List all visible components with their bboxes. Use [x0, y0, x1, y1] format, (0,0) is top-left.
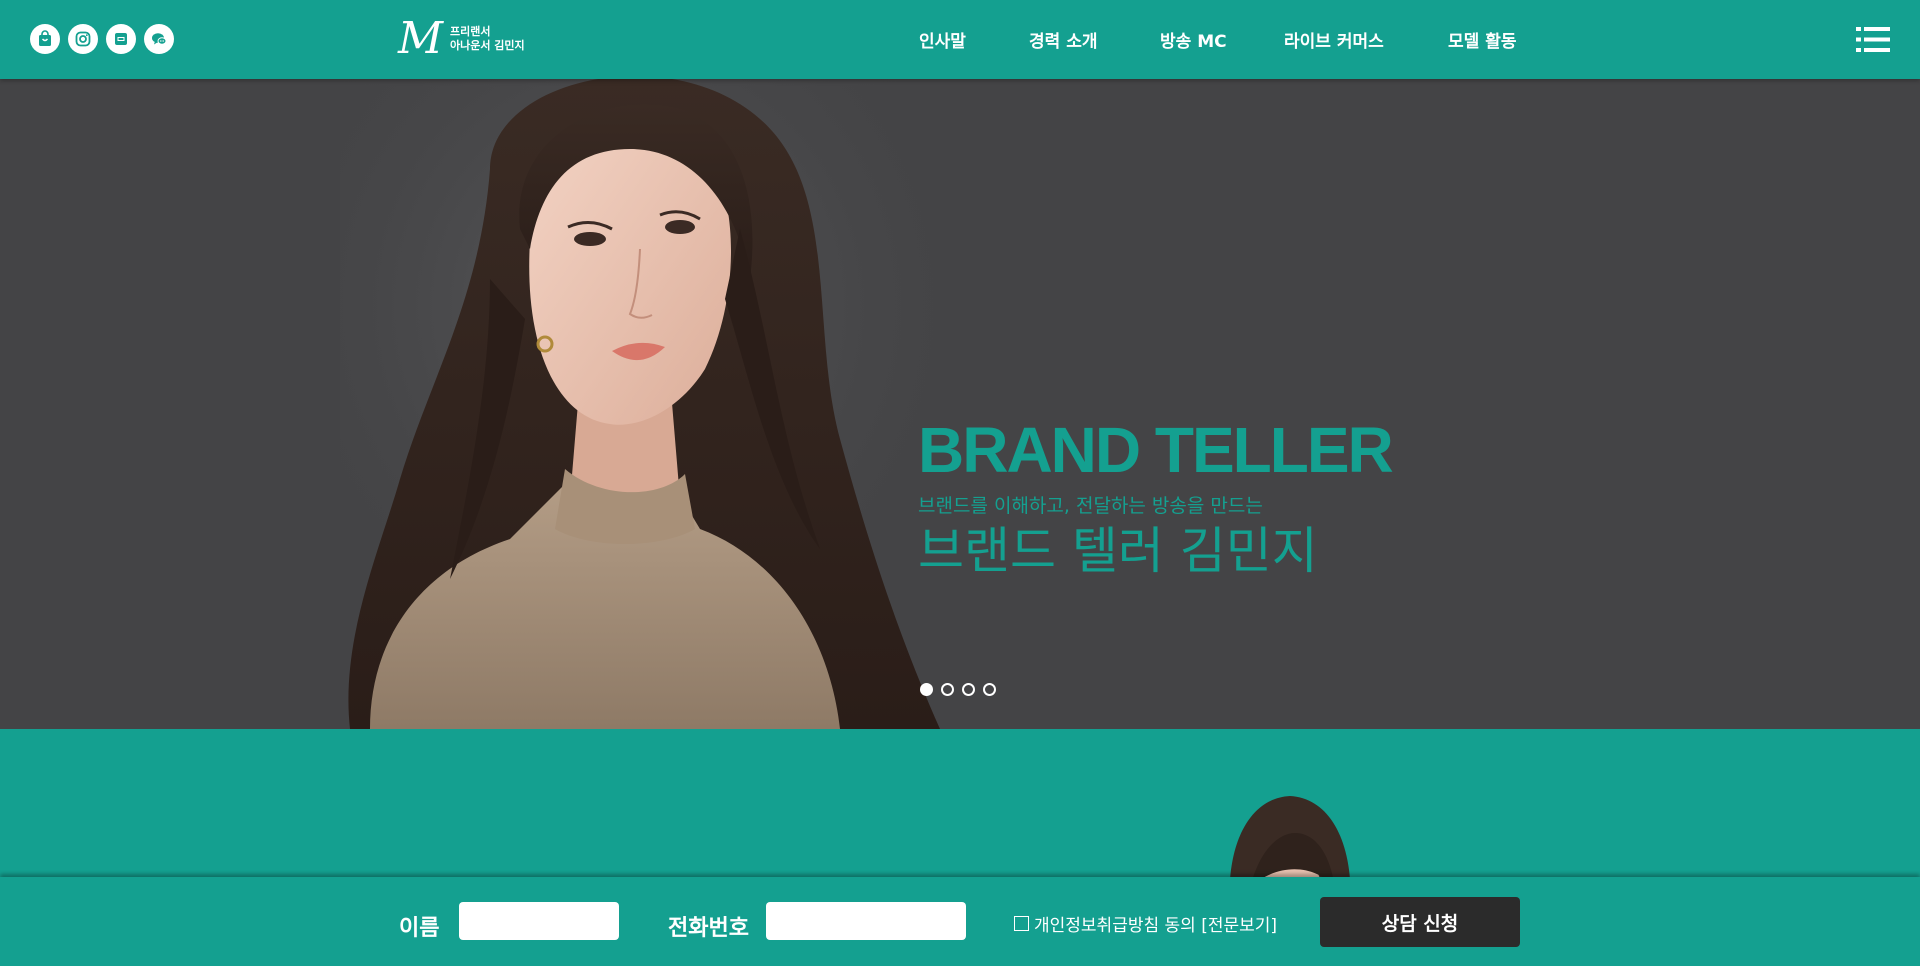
privacy-consent-checkbox[interactable] — [1014, 916, 1029, 931]
hero-name: 브랜드 텔러 김민지 — [918, 522, 1318, 580]
logo-line-2: 아나운서 김민지 — [450, 39, 525, 52]
slider-pagination — [920, 683, 996, 696]
header-bar: M 프리랜서 아나운서 김민지 인사말 경력 소개 방송 MC 라이브 커머스 … — [0, 0, 1920, 79]
slide-dot-4[interactable] — [983, 683, 996, 696]
slide-dot-3[interactable] — [962, 683, 975, 696]
slide-dot-1[interactable] — [920, 683, 933, 696]
blog-icon[interactable] — [106, 24, 136, 54]
kakao-talk-icon[interactable] — [144, 24, 174, 54]
nav-broadcast-mc[interactable]: 방송 MC — [1160, 27, 1227, 52]
privacy-consent[interactable]: 개인정보취급방침 동의 [전문보기] — [1014, 911, 1277, 936]
logo-line-1: 프리랜서 — [450, 25, 491, 38]
hero-title: BRAND TELLER — [918, 414, 1394, 486]
logo-mark: M — [398, 13, 444, 64]
shopping-bag-icon[interactable] — [30, 24, 60, 54]
phone-input[interactable] — [766, 902, 966, 940]
name-input[interactable] — [459, 902, 619, 940]
slide-dot-2[interactable] — [941, 683, 954, 696]
site-logo[interactable]: M 프리랜서 아나운서 김민지 — [398, 16, 525, 62]
nav-career[interactable]: 경력 소개 — [1029, 27, 1097, 52]
hero-portrait-image — [340, 79, 960, 729]
consult-submit-button[interactable]: 상담 신청 — [1320, 897, 1520, 947]
nav-greeting[interactable]: 인사말 — [919, 27, 966, 52]
consult-form-bar: 이름 전화번호 개인정보취급방침 동의 [전문보기] 상담 신청 — [0, 877, 1920, 966]
nav-model-activity[interactable]: 모델 활동 — [1448, 27, 1516, 52]
hamburger-menu-icon[interactable] — [1856, 27, 1890, 52]
name-label: 이름 — [399, 916, 440, 941]
privacy-consent-text[interactable]: 개인정보취급방침 동의 [전문보기] — [1034, 911, 1277, 936]
logo-text: 프리랜서 아나운서 김민지 — [450, 25, 525, 53]
phone-label: 전화번호 — [668, 916, 749, 941]
instagram-icon[interactable] — [68, 24, 98, 54]
hero-slider: BRAND TELLER 브랜드를 이해하고, 전달하는 방송을 만드는 브랜드… — [0, 79, 1920, 729]
nav-live-commerce[interactable]: 라이브 커머스 — [1284, 27, 1384, 52]
